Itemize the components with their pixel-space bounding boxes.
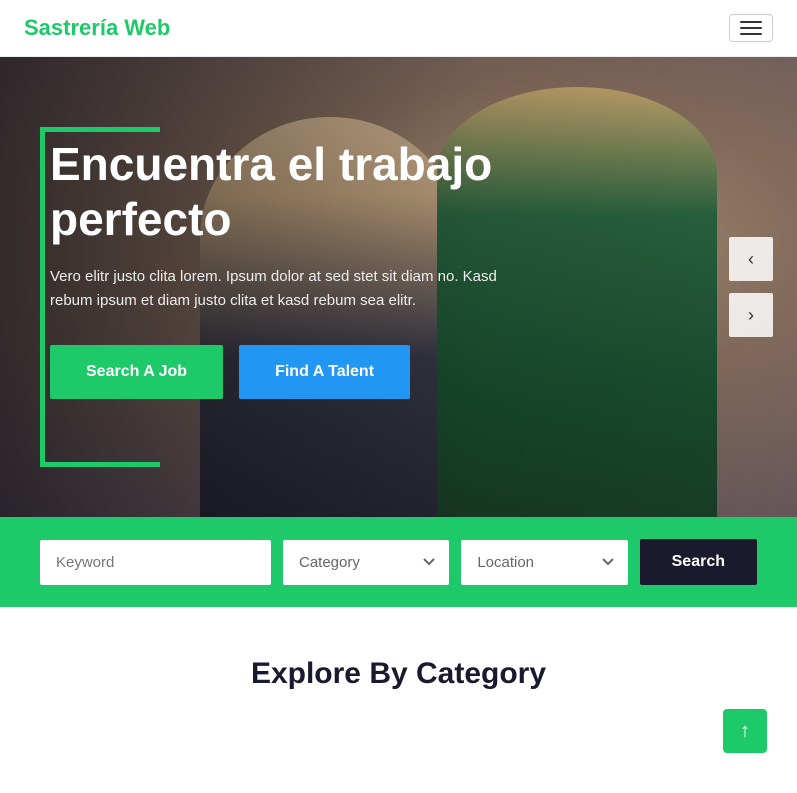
hero-section: Encuentra el trabajo perfecto Vero elitr… (0, 57, 797, 517)
hero-title: Encuentra el trabajo perfecto (50, 137, 570, 247)
chevron-left-icon: ‹ (748, 249, 754, 270)
hamburger-line-2 (740, 27, 762, 29)
find-talent-button[interactable]: Find A Talent (239, 345, 410, 399)
search-button[interactable]: Search (640, 539, 757, 585)
brand-logo: Sastrería Web (24, 15, 170, 41)
navbar: Sastrería Web (0, 0, 797, 57)
location-select[interactable]: Location New York London Paris Tokyo (461, 540, 627, 585)
carousel-arrows: ‹ › (729, 237, 773, 337)
chevron-right-icon: › (748, 305, 754, 326)
hamburger-button[interactable] (729, 14, 773, 42)
hero-buttons: Search A Job Find A Talent (50, 345, 570, 399)
hamburger-line-1 (740, 21, 762, 23)
category-select[interactable]: Category Design Development Marketing Fi… (283, 540, 449, 585)
explore-title: Explore By Category (40, 657, 757, 691)
back-to-top-button[interactable]: ↑ (723, 709, 767, 753)
keyword-input[interactable] (40, 540, 271, 585)
hamburger-line-3 (740, 33, 762, 35)
explore-section: Explore By Category (0, 607, 797, 731)
carousel-prev-button[interactable]: ‹ (729, 237, 773, 281)
search-job-button[interactable]: Search A Job (50, 345, 223, 399)
hero-subtitle: Vero elitr justo clita lorem. Ipsum dolo… (50, 265, 530, 313)
search-bar: Category Design Development Marketing Fi… (0, 517, 797, 607)
carousel-next-button[interactable]: › (729, 293, 773, 337)
hero-content: Encuentra el trabajo perfecto Vero elitr… (50, 137, 570, 399)
